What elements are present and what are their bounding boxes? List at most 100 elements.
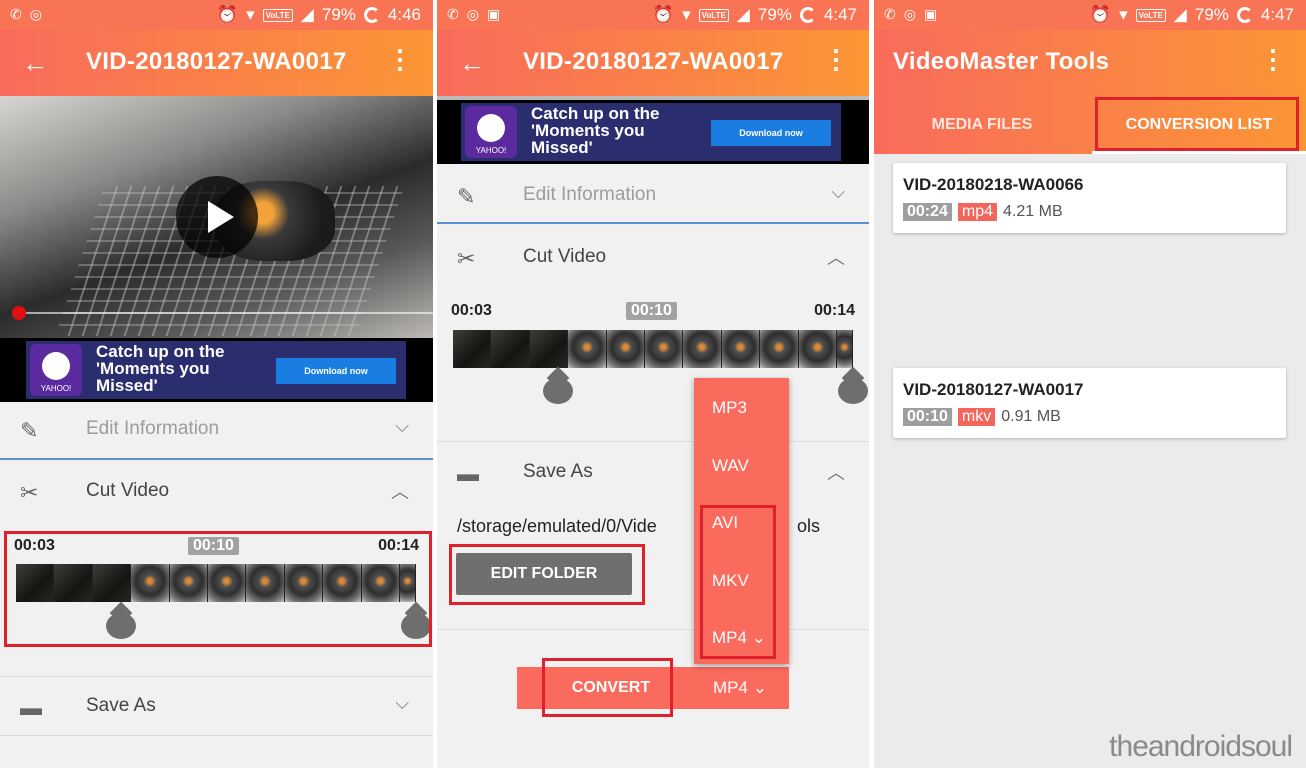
divider [437, 441, 869, 442]
file-name: VID-20180127-WA0017 [903, 380, 1084, 399]
section-label: Cut Video [86, 480, 170, 501]
seek-handle[interactable] [12, 306, 26, 320]
battery-percent: 79% [757, 5, 792, 24]
lte-badge: VoLTE [1135, 8, 1166, 22]
highlight-box [542, 658, 673, 717]
screen-player: ✆ ◎ ⏰ ▾ VoLTE ◢ 79% 4:46 ← VID-20180127-WA0017… [0, 0, 433, 768]
divider [437, 222, 869, 224]
section-cut-video[interactable]: ✂ Cut Video ︿ [0, 462, 433, 522]
timeline-strip[interactable] [453, 330, 853, 368]
gallery-icon: ▣ [486, 6, 501, 22]
battery-icon [799, 7, 816, 23]
instagram-icon: ◎ [903, 6, 916, 22]
format-option[interactable]: WAV [712, 456, 749, 476]
highlight-box [1095, 97, 1299, 151]
ad-banner[interactable]: YAHOO! Catch up on the 'Moments you Missed… [437, 96, 869, 164]
section-edit-information[interactable]: ✎ Edit Information ⌵ [0, 400, 433, 460]
chevron-down-icon: ⌵ [395, 416, 409, 436]
file-size: 0.91 MB [1001, 408, 1061, 425]
divider [0, 735, 433, 736]
signal-icon: ◢ [736, 5, 750, 24]
app-bar: VideoMaster Tools ⋮ [874, 30, 1306, 96]
app-title: VideoMaster Tools [893, 48, 1110, 75]
screen-convert: ✆ ◎ ▣ ⏰ ▾ VoLTE ◢ 79% 4:47 ← VID-20180127-WA001… [437, 0, 869, 768]
yahoo-logo: YAHOO! [465, 106, 517, 158]
app-bar: ← VID-20180127-WA0017 ⋮ [0, 30, 433, 96]
format-option[interactable]: MP3 [712, 398, 747, 418]
section-cut-video[interactable]: ✂ Cut Video ︿ [437, 228, 869, 288]
ad-banner[interactable]: YAHOO! Catch up on the 'Moments you Missed… [0, 338, 433, 402]
video-title: VID-20180127-WA0017 [86, 48, 347, 75]
overflow-menu-icon[interactable]: ⋮ [387, 44, 413, 75]
play-icon[interactable] [176, 176, 258, 258]
overflow-menu-icon[interactable]: ⋮ [1260, 44, 1286, 75]
divider [0, 458, 433, 460]
trim-start-handle[interactable] [543, 368, 573, 404]
whatsapp-icon: ✆ [884, 6, 896, 22]
ad-download-button[interactable]: Download now [276, 358, 396, 384]
start-time: 00:03 [451, 302, 492, 319]
section-save-as[interactable]: ▬ Save As ︿ [437, 443, 869, 503]
clock: 4:47 [1260, 5, 1294, 24]
highlight-box [700, 505, 776, 659]
ad-download-button[interactable]: Download now [711, 120, 831, 146]
status-bar: ✆ ◎ ⏰ ▾ VoLTE ◢ 79% 4:46 [0, 0, 433, 30]
section-label: Edit Information [523, 184, 657, 205]
wifi-icon: ▾ [682, 5, 691, 24]
battery-percent: 79% [321, 5, 356, 24]
chevron-up-icon: ︿ [827, 248, 845, 268]
file-name: VID-20180218-WA0066 [903, 175, 1084, 194]
folder-icon: ▬ [20, 695, 42, 720]
alarm-icon: ⏰ [1089, 5, 1112, 24]
alarm-icon: ⏰ [216, 5, 239, 24]
wifi-icon: ▾ [246, 5, 255, 24]
whatsapp-icon: ✆ [447, 6, 459, 22]
ad-text: Catch up on the 'Moments you Missed' [96, 342, 225, 395]
battery-icon [363, 7, 380, 23]
highlight-box [449, 544, 645, 605]
chevron-down-icon: ⌵ [395, 693, 409, 713]
video-title: VID-20180127-WA0017 [523, 48, 784, 75]
section-label: Edit Information [86, 418, 220, 439]
instagram-icon: ◎ [466, 6, 479, 22]
scissors-icon: ✂ [457, 246, 476, 271]
list-item[interactable]: VID-20180127-WA0017 00:10 mkv 0.91 MB [893, 368, 1286, 438]
chevron-up-icon: ︿ [827, 463, 845, 483]
duration-badge: 00:10 [903, 408, 952, 426]
pencil-icon: ✎ [20, 418, 39, 443]
chevron-down-icon: ⌄ [752, 678, 767, 697]
save-path: /storage/emulated/0/Vide ols [457, 516, 821, 536]
format-select[interactable]: MP4 ⌄ [695, 667, 789, 709]
lte-badge: VoLTE [698, 8, 729, 22]
back-arrow-icon[interactable]: ← [459, 48, 485, 79]
whatsapp-icon: ✆ [10, 6, 22, 22]
battery-icon [1236, 7, 1253, 23]
section-label: Cut Video [523, 246, 607, 267]
cut-times: 00:03 00:10 00:14 [437, 302, 869, 324]
highlight-box [4, 531, 432, 647]
section-edit-information[interactable]: ✎ Edit Information ⌵ [437, 166, 869, 226]
signal-icon: ◢ [300, 5, 314, 24]
seek-bar[interactable] [18, 312, 433, 314]
duration-badge: 00:24 [903, 203, 952, 221]
chevron-up-icon: ︿ [391, 482, 409, 502]
section-label: Save As [523, 461, 593, 482]
alarm-icon: ⏰ [652, 5, 675, 24]
lte-badge: VoLTE [262, 8, 293, 22]
video-player[interactable] [0, 96, 433, 338]
battery-percent: 79% [1194, 5, 1229, 24]
current-time: 00:10 [626, 302, 677, 320]
section-save-as[interactable]: ▬ Save As ⌵ [0, 677, 433, 737]
clock: 4:46 [387, 5, 421, 24]
trim-end-handle[interactable] [838, 368, 868, 404]
scissors-icon: ✂ [20, 480, 39, 505]
status-bar: ✆ ◎ ▣ ⏰ ▾ VoLTE ◢ 79% 4:47 [437, 0, 869, 30]
instagram-icon: ◎ [29, 6, 42, 22]
tab-media-files[interactable]: MEDIA FILES [874, 96, 1090, 154]
list-item[interactable]: VID-20180218-WA0066 00:24 mp4 4.21 MB [893, 163, 1286, 233]
watermark: theandroidsoul [1109, 730, 1293, 763]
pencil-icon: ✎ [457, 184, 476, 209]
back-arrow-icon[interactable]: ← [22, 48, 48, 79]
section-label: Save As [86, 695, 156, 716]
overflow-menu-icon[interactable]: ⋮ [823, 44, 849, 75]
